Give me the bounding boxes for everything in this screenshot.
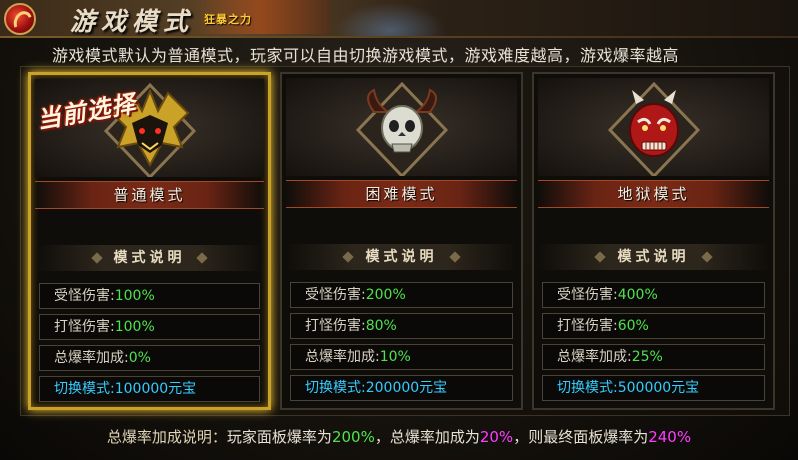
- mode-description-title: 模式说明: [617, 249, 690, 265]
- stat-damage-dealt: 打怪伤害:80%: [290, 313, 513, 339]
- stat-label: 打怪伤害:: [54, 319, 115, 335]
- mode-name-bar: 困难模式: [286, 180, 517, 208]
- switch-cost: 200000元宝: [365, 380, 448, 396]
- switch-mode-button[interactable]: 切换模式:500000元宝: [542, 375, 765, 401]
- diamond-ornament-icon: [701, 251, 713, 263]
- intro-text: 游戏模式默认为普通模式，玩家可以自由切换游戏模式，游戏难度越高，游戏爆率越高: [52, 46, 680, 65]
- banner-glow: [330, 0, 450, 38]
- banner-subtitle: 狂暴之力: [204, 13, 252, 26]
- switch-mode-button[interactable]: 切换模式:100000元宝: [39, 376, 260, 402]
- mode-art: [538, 78, 769, 176]
- red-oni-mask-icon: [607, 82, 700, 176]
- mode-art: [286, 78, 517, 176]
- switch-mode-button[interactable]: 切换模式:200000元宝: [290, 375, 513, 401]
- footer-bonus-rate: 20%: [479, 428, 514, 446]
- mode-description-header: 模式说明: [538, 244, 769, 270]
- switch-cost: 500000元宝: [617, 380, 700, 396]
- stat-value: 0%: [128, 350, 151, 366]
- stat-label: 受怪伤害:: [557, 287, 618, 303]
- switch-label: 切换模式:: [557, 380, 618, 396]
- footer-text: ，总爆率加成为: [374, 428, 480, 446]
- mode-card-hell[interactable]: 地狱模式 模式说明 受怪伤害:400% 打怪伤害:60% 总爆率加成:25% 切…: [532, 72, 775, 410]
- stat-value: 400%: [617, 287, 658, 303]
- mode-description-header: 模式说明: [286, 244, 517, 270]
- footer-note: 总爆率加成说明：玩家面板爆率为200%，总爆率加成为20%，则最终面板爆率为24…: [0, 422, 798, 452]
- footer-text: 玩家面板爆率为: [226, 428, 332, 446]
- stat-damage-taken: 受怪伤害:400%: [542, 282, 765, 308]
- mode-name-bar: 普通模式: [35, 181, 264, 209]
- mode-name: 普通模式: [113, 186, 186, 204]
- stat-damage-dealt: 打怪伤害:60%: [542, 313, 765, 339]
- switch-label: 切换模式:: [54, 381, 115, 397]
- diamond-ornament-icon: [91, 252, 103, 264]
- footer-text: ，则最终面板爆率为: [513, 428, 649, 446]
- stat-value: 10%: [379, 349, 411, 365]
- stat-damage-taken: 受怪伤害:200%: [290, 282, 513, 308]
- diamond-ornament-icon: [196, 252, 208, 264]
- footer-label: 总爆率加成说明：: [106, 428, 227, 446]
- game-mode-panel: 游戏模式 狂暴之力 游戏模式默认为普通模式，玩家可以自由切换游戏模式，游戏难度越…: [0, 0, 798, 460]
- mode-card-hard[interactable]: 困难模式 模式说明 受怪伤害:200% 打怪伤害:80% 总爆率加成:10% 切…: [280, 72, 523, 410]
- footer-panel-rate: 200%: [331, 428, 375, 446]
- stat-value: 100%: [114, 319, 155, 335]
- stat-label: 打怪伤害:: [305, 318, 366, 334]
- stat-label: 总爆率加成:: [54, 350, 129, 366]
- diamond-ornament-icon: [342, 251, 354, 263]
- header-bar: 游戏模式 狂暴之力: [0, 0, 798, 38]
- stat-value: 60%: [617, 318, 649, 334]
- stat-drop-bonus: 总爆率加成:25%: [542, 344, 765, 370]
- stat-value: 200%: [365, 287, 406, 303]
- footer-final-rate: 240%: [648, 428, 692, 446]
- diamond-ornament-icon: [594, 251, 606, 263]
- switch-label: 切换模式:: [305, 380, 366, 396]
- switch-cost: 100000元宝: [114, 381, 197, 397]
- stat-label: 受怪伤害:: [305, 287, 366, 303]
- stat-drop-bonus: 总爆率加成:0%: [39, 345, 260, 371]
- stat-drop-bonus: 总爆率加成:10%: [290, 344, 513, 370]
- mode-stats: 受怪伤害:200% 打怪伤害:80% 总爆率加成:10% 切换模式:200000…: [290, 282, 513, 406]
- page-title: 游戏模式: [70, 7, 195, 36]
- mode-stats: 受怪伤害:100% 打怪伤害:100% 总爆率加成:0% 切换模式:100000…: [39, 283, 260, 407]
- mode-name: 地狱模式: [617, 185, 690, 203]
- stat-label: 总爆率加成:: [557, 349, 632, 365]
- stat-label: 受怪伤害:: [54, 288, 115, 304]
- game-logo-icon: [4, 3, 36, 35]
- stat-value: 25%: [631, 349, 663, 365]
- horned-skull-icon: [355, 82, 448, 176]
- mode-stats: 受怪伤害:400% 打怪伤害:60% 总爆率加成:25% 切换模式:500000…: [542, 282, 765, 406]
- mode-description-title: 模式说明: [113, 250, 186, 266]
- stat-value: 100%: [114, 288, 155, 304]
- stat-damage-dealt: 打怪伤害:100%: [39, 314, 260, 340]
- mode-description-title: 模式说明: [365, 249, 438, 265]
- stat-damage-taken: 受怪伤害:100%: [39, 283, 260, 309]
- stat-value: 80%: [365, 318, 397, 334]
- mode-description-header: 模式说明: [35, 245, 264, 271]
- stat-label: 打怪伤害:: [557, 318, 618, 334]
- stat-label: 总爆率加成:: [305, 349, 380, 365]
- mode-name: 困难模式: [365, 185, 438, 203]
- mode-name-bar: 地狱模式: [538, 180, 769, 208]
- diamond-ornament-icon: [449, 251, 461, 263]
